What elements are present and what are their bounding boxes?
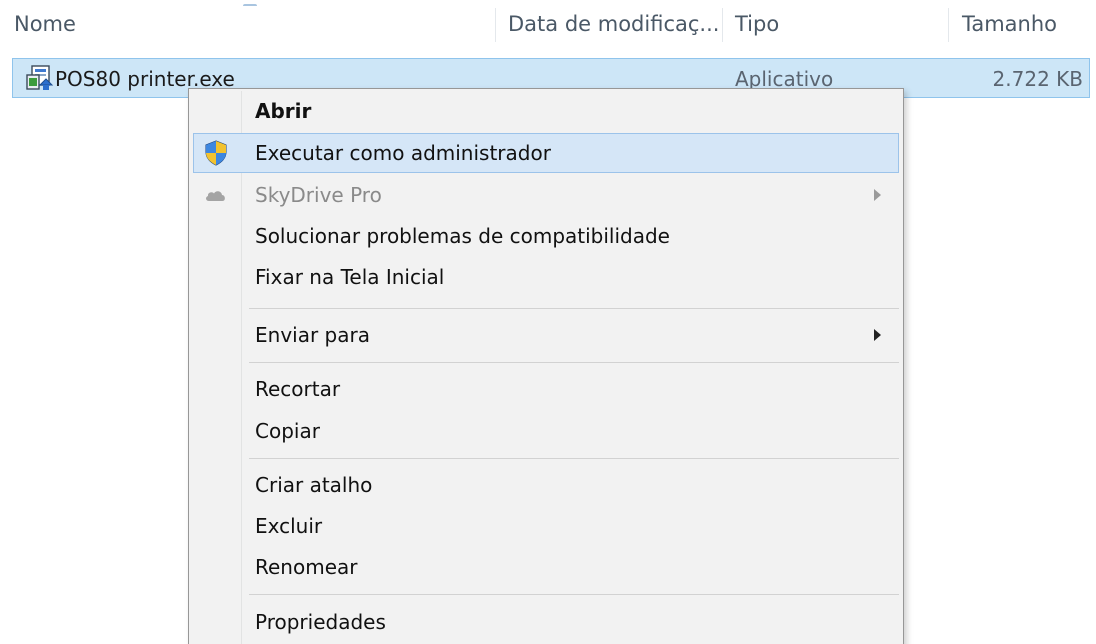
installer-exe-icon — [26, 65, 54, 90]
submenu-arrow-icon — [874, 329, 881, 341]
column-header: Nome Data de modificaç... Tipo Tamanho — [0, 0, 1096, 48]
menu-separator — [249, 458, 899, 459]
menu-item-label: Excluir — [255, 514, 323, 538]
context-menu: Abrir Executar como administrador SkyDri… — [188, 88, 904, 644]
menu-item-pin-to-start[interactable]: Fixar na Tela Inicial — [193, 257, 899, 297]
column-divider[interactable] — [495, 8, 496, 42]
uac-shield-icon — [205, 140, 227, 166]
menu-item-label: Propriedades — [255, 610, 386, 634]
menu-separator — [249, 594, 899, 595]
menu-item-properties[interactable]: Propriedades — [193, 602, 899, 642]
menu-item-label: Copiar — [255, 419, 320, 443]
menu-item-open[interactable]: Abrir — [193, 91, 899, 131]
menu-item-delete[interactable]: Excluir — [193, 506, 899, 546]
menu-item-label: Abrir — [255, 99, 312, 123]
menu-separator — [249, 308, 899, 309]
menu-item-label: SkyDrive Pro — [255, 183, 382, 207]
menu-item-label: Criar atalho — [255, 473, 373, 497]
menu-item-run-as-administrator[interactable]: Executar como administrador — [193, 133, 899, 173]
column-divider[interactable] — [948, 8, 949, 42]
column-divider[interactable] — [722, 8, 723, 42]
menu-item-label: Solucionar problemas de compatibilidade — [255, 224, 670, 248]
menu-item-label: Fixar na Tela Inicial — [255, 265, 445, 289]
column-header-name[interactable]: Nome — [14, 0, 76, 48]
file-size: 2.722 KB — [992, 67, 1083, 91]
menu-item-label: Executar como administrador — [255, 141, 551, 165]
menu-item-label: Enviar para — [255, 323, 370, 347]
submenu-arrow-icon — [874, 189, 881, 201]
menu-separator — [249, 362, 899, 363]
menu-item-rename[interactable]: Renomear — [193, 547, 899, 587]
menu-item-send-to[interactable]: Enviar para — [193, 315, 899, 355]
sort-indicator-icon — [243, 4, 257, 9]
menu-item-troubleshoot-compatibility[interactable]: Solucionar problemas de compatibilidade — [193, 216, 899, 256]
menu-item-copy[interactable]: Copiar — [193, 411, 899, 451]
menu-item-label: Renomear — [255, 555, 358, 579]
column-header-size[interactable]: Tamanho — [962, 0, 1057, 48]
column-header-date-modified[interactable]: Data de modificaç... — [508, 0, 719, 48]
column-header-type[interactable]: Tipo — [735, 0, 779, 48]
cloud-icon — [206, 191, 225, 201]
menu-item-skydrive-pro[interactable]: SkyDrive Pro — [193, 175, 899, 215]
menu-item-cut[interactable]: Recortar — [193, 369, 899, 409]
file-explorer-window: Nome Data de modificaç... Tipo Tamanho P… — [0, 0, 1096, 644]
menu-item-label: Recortar — [255, 377, 341, 401]
menu-item-create-shortcut[interactable]: Criar atalho — [193, 465, 899, 505]
